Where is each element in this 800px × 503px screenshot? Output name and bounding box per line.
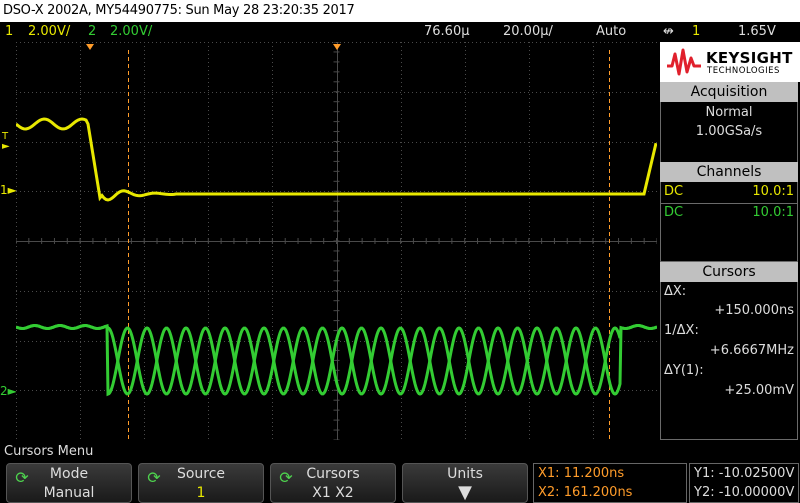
mode-label: Mode bbox=[49, 466, 89, 482]
source-label: Source bbox=[176, 466, 226, 482]
cursors-header: Cursors bbox=[660, 262, 798, 282]
ch2-probe: 10.0:1 bbox=[752, 205, 794, 220]
title-text: DSO-X 2002A, MY54490775: Sun May 28 23:2… bbox=[3, 3, 355, 18]
ch1-probe: 10.0:1 bbox=[752, 184, 794, 199]
trigger-level[interactable]: 1.65V bbox=[738, 22, 776, 42]
ch1-number[interactable]: 1 bbox=[5, 22, 13, 42]
brand-sub: TECHNOLOGIES bbox=[707, 66, 780, 76]
y2-readout: Y2: -10.00000V bbox=[694, 485, 795, 500]
inv-delta-x-label: 1/ΔX: bbox=[664, 323, 699, 338]
source-value: 1 bbox=[196, 485, 206, 501]
softkey-bar: ⟳ Mode Manual ⟳ Source 1 ⟳ Cursors X1 X2… bbox=[0, 461, 800, 503]
brand-name: KEYSIGHT bbox=[706, 49, 793, 67]
x2-readout: X2: 161.200ns bbox=[538, 485, 633, 500]
status-bar: 1 2.00V/ 2 2.00V/ 76.60µ 20.00µ/ Auto ↮ … bbox=[0, 22, 800, 42]
ch1-scale[interactable]: 2.00V/ bbox=[28, 22, 70, 42]
trigger-edge-icon: ↮ bbox=[663, 24, 674, 39]
down-arrow-icon: ▼ bbox=[458, 482, 472, 503]
ch1-coupling: DC bbox=[664, 184, 684, 199]
cursors-value: X1 X2 bbox=[312, 485, 354, 501]
cursor-y-readout: Y1: -10.02500V Y2: -10.00000V bbox=[689, 463, 799, 503]
cursors-softkey[interactable]: ⟳ Cursors X1 X2 bbox=[270, 463, 396, 503]
acquisition-rate: 1.00GSa/s bbox=[695, 124, 763, 139]
trigger-mode[interactable]: Auto bbox=[596, 22, 626, 42]
channels-header: Channels bbox=[660, 162, 798, 182]
menu-title: Cursors Menu bbox=[4, 444, 94, 459]
units-label: Units bbox=[447, 466, 483, 482]
ch2-scale[interactable]: 2.00V/ bbox=[110, 22, 152, 42]
delta-x-label: ΔX: bbox=[664, 284, 687, 299]
ch1-ground-marker[interactable]: 1► bbox=[0, 183, 17, 202]
delta-y-label: ΔY(1): bbox=[664, 363, 704, 378]
ch2-coupling: DC bbox=[664, 205, 684, 220]
source-softkey[interactable]: ⟳ Source 1 bbox=[138, 463, 264, 503]
x1-readout: X1: 11.200ns bbox=[538, 466, 625, 481]
ch2-ground-marker[interactable]: 2► bbox=[0, 384, 17, 403]
cursor-x-readout: X1: 11.200ns X2: 161.200ns bbox=[533, 463, 687, 503]
trigger-marker-label: T bbox=[2, 131, 9, 142]
timebase-value[interactable]: 20.00µ/ bbox=[503, 22, 553, 42]
right-panel: KEYSIGHT TECHNOLOGIES Acquisition Normal… bbox=[660, 42, 800, 440]
y1-readout: Y1: -10.02500V bbox=[694, 466, 795, 481]
delta-x-value: +150.000ns bbox=[714, 303, 794, 318]
title-bar: DSO-X 2002A, MY54490775: Sun May 28 23:2… bbox=[0, 0, 800, 22]
trigger-source[interactable]: 1 bbox=[692, 22, 700, 42]
inv-delta-x-value: +6.6667MHz bbox=[709, 343, 794, 358]
waveform-display[interactable] bbox=[16, 42, 657, 440]
trigger-level-marker: T ► bbox=[2, 131, 10, 152]
ch1-marker-label: 1 bbox=[0, 183, 8, 197]
acquisition-header: Acquisition bbox=[660, 82, 798, 102]
keysight-logo: KEYSIGHT TECHNOLOGIES bbox=[660, 42, 800, 82]
mode-value: Manual bbox=[43, 485, 95, 501]
acquisition-mode: Normal bbox=[705, 105, 753, 120]
cursors-label: Cursors bbox=[306, 466, 360, 482]
ch2-number[interactable]: 2 bbox=[88, 22, 96, 42]
delta-y-value: +25.00mV bbox=[724, 383, 794, 398]
keysight-wave-icon bbox=[667, 48, 701, 76]
units-softkey[interactable]: Units ▼ bbox=[402, 463, 528, 503]
ch2-marker-label: 2 bbox=[0, 384, 8, 398]
delay-value[interactable]: 76.60µ bbox=[424, 22, 470, 42]
mode-softkey[interactable]: ⟳ Mode Manual bbox=[6, 463, 132, 503]
